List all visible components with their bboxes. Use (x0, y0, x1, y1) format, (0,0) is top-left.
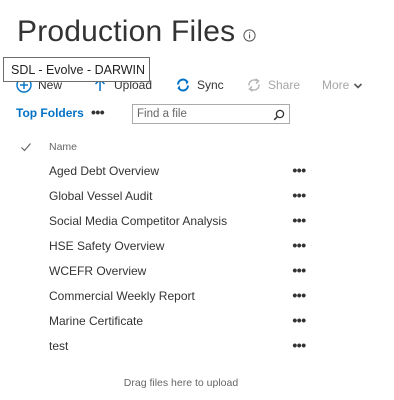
list-item[interactable]: Aged Debt Overview ••• (0, 158, 394, 183)
sync-button[interactable]: Sync (175, 74, 224, 96)
sync-icon (175, 77, 191, 93)
folder-nav: Top Folders ••• (0, 102, 394, 126)
file-name-link[interactable]: Social Media Competitor Analysis (49, 214, 227, 228)
file-name-link[interactable]: WCEFR Overview (49, 264, 146, 278)
site-tooltip: SDL - Evolve - DARWIN (3, 57, 150, 82)
file-name-link[interactable]: Aged Debt Overview (49, 164, 159, 178)
item-more-button[interactable]: ••• (290, 288, 308, 302)
file-name-link[interactable]: Marine Certificate (49, 314, 143, 328)
share-label: Share (268, 78, 301, 92)
list-item[interactable]: HSE Safety Overview ••• (0, 233, 394, 258)
file-name-link[interactable]: Commercial Weekly Report (49, 289, 195, 303)
list-item[interactable]: Global Vessel Audit ••• (0, 183, 394, 208)
sync-label: Sync (197, 78, 224, 92)
top-folders-link[interactable]: Top Folders (16, 106, 84, 120)
list-header: Name (0, 138, 394, 156)
drop-zone-hint: Drag files here to upload (123, 377, 239, 389)
item-more-button[interactable]: ••• (290, 163, 308, 177)
breadcrumb-more-button[interactable]: ••• (91, 102, 107, 122)
item-more-button[interactable]: ••• (290, 338, 308, 352)
item-more-button[interactable]: ••• (290, 188, 308, 202)
list-item[interactable]: test ••• (0, 333, 394, 358)
list-item[interactable]: Marine Certificate ••• (0, 308, 394, 333)
item-more-button[interactable]: ••• (290, 263, 308, 277)
chevron-down-icon (353, 80, 363, 90)
share-button[interactable]: Share (246, 74, 300, 96)
item-more-button[interactable]: ••• (290, 313, 308, 327)
search-input[interactable] (133, 106, 267, 122)
more-button[interactable]: More (322, 74, 363, 96)
file-name-link[interactable]: test (49, 339, 68, 353)
search-icon[interactable] (273, 108, 285, 121)
share-icon (246, 77, 262, 93)
item-more-button[interactable]: ••• (290, 238, 308, 252)
file-name-link[interactable]: Global Vessel Audit (49, 189, 152, 203)
search-box (132, 104, 290, 124)
list-item[interactable]: Commercial Weekly Report ••• (0, 283, 394, 308)
page-header: Production Files (17, 10, 256, 54)
list-item[interactable]: Social Media Competitor Analysis ••• (0, 208, 394, 233)
item-more-button[interactable]: ••• (290, 213, 308, 227)
file-list: Aged Debt Overview ••• Global Vessel Aud… (0, 158, 394, 358)
list-item[interactable]: WCEFR Overview ••• (0, 258, 394, 283)
file-name-link[interactable]: HSE Safety Overview (49, 239, 164, 253)
more-label: More (322, 78, 350, 92)
page-title: Production Files (17, 15, 236, 48)
tooltip-text: SDL - Evolve - DARWIN (11, 62, 146, 77)
select-all-checkmark-icon[interactable] (20, 140, 32, 152)
column-header-name[interactable]: Name (49, 141, 77, 153)
info-icon[interactable] (243, 28, 256, 42)
